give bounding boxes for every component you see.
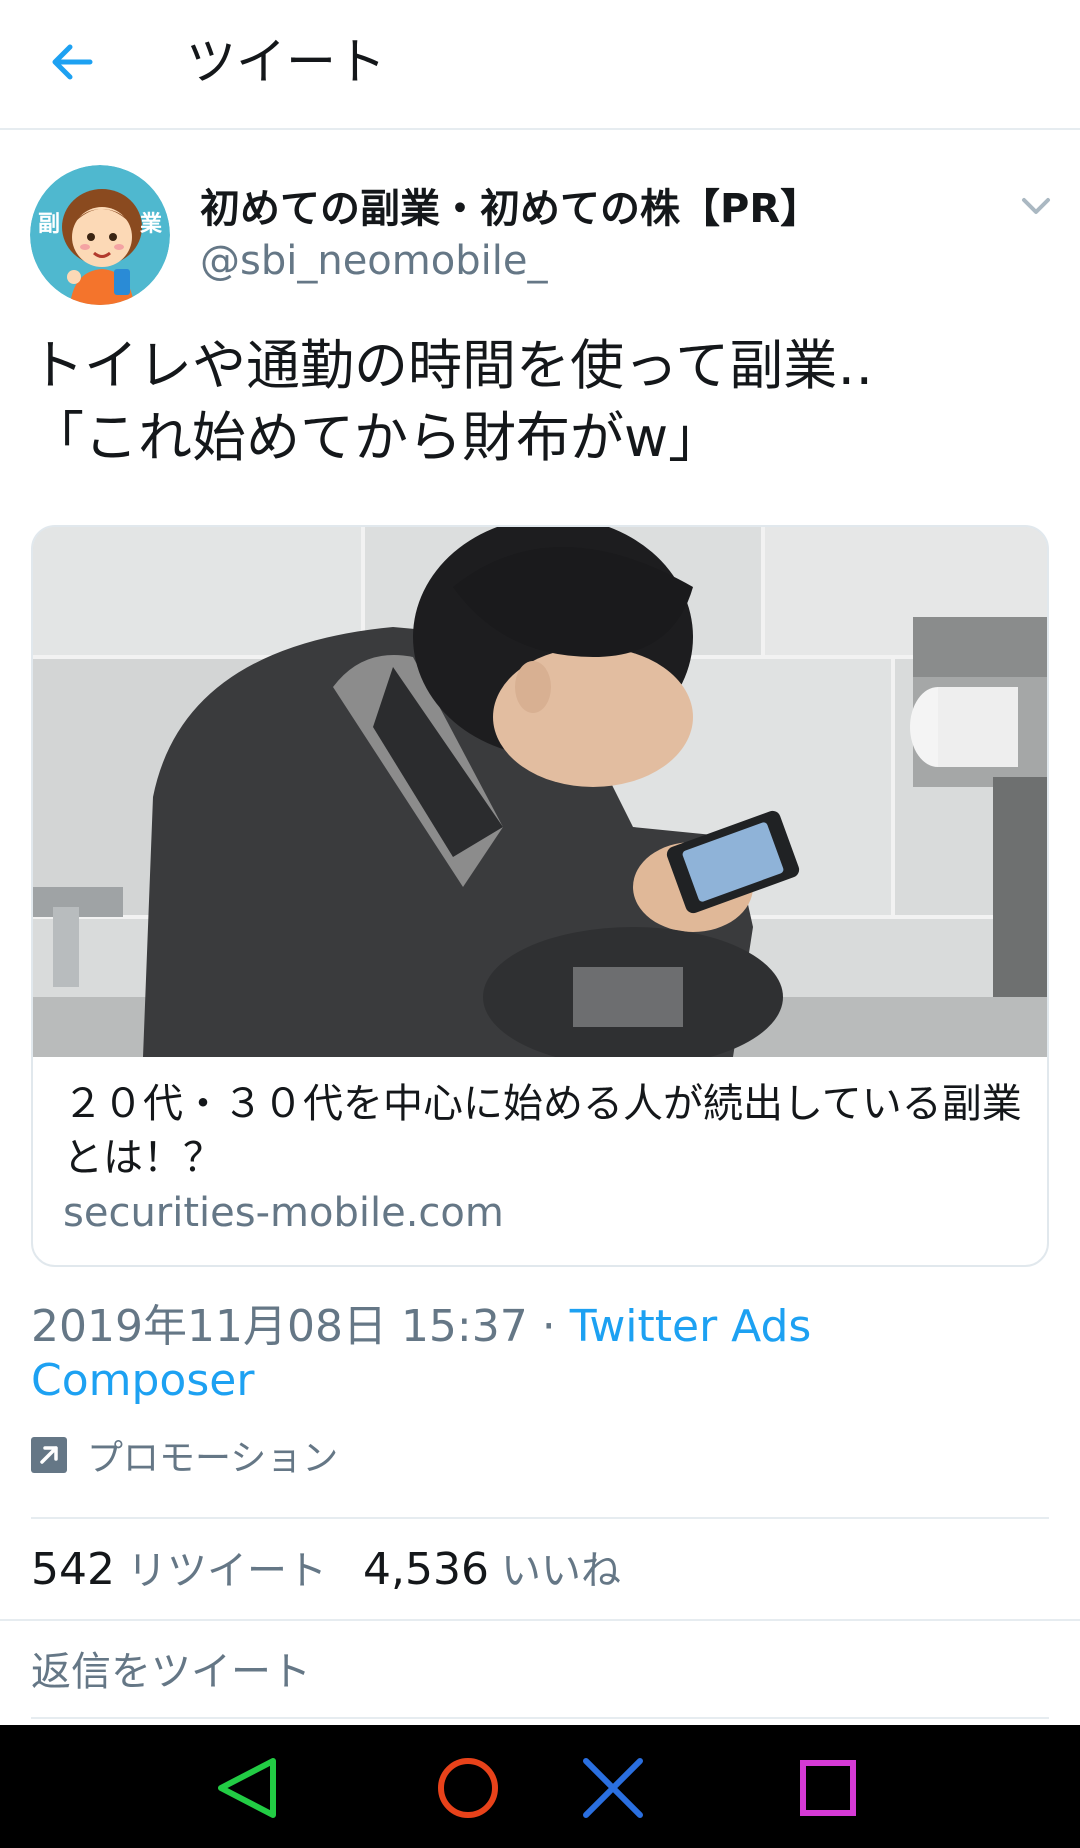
- retweets-label[interactable]: リツイート: [127, 1538, 327, 1596]
- cross-icon: [583, 1758, 643, 1818]
- square-recents-icon: [800, 1760, 856, 1816]
- divider: [31, 1717, 1049, 1719]
- nav-home-button[interactable]: [435, 1755, 501, 1821]
- nav-recents-button[interactable]: [795, 1755, 861, 1821]
- tweet-text: トイレや通勤の時間を使って副業‥ 「これ始めてから財布がw」: [30, 330, 1040, 474]
- divider: [31, 1517, 1049, 1519]
- timestamp: 2019年11月08日 15:37: [31, 1301, 528, 1352]
- tweet-menu-button[interactable]: [1016, 186, 1056, 226]
- chevron-down-icon: [1022, 198, 1050, 214]
- reply-input[interactable]: 返信をツイート: [31, 1642, 311, 1702]
- card-domain: securities-mobile.com: [63, 1190, 504, 1236]
- author-handle[interactable]: @sbi_neomobile_: [200, 238, 547, 284]
- page-title: ツイート: [186, 33, 386, 91]
- system-navigation-bar: [0, 1725, 1080, 1848]
- author-name[interactable]: 初めての副業・初めての株【PR】: [200, 176, 820, 234]
- promoted-indicator[interactable]: プロモーション: [31, 1430, 338, 1480]
- app-header: ツイート: [0, 0, 1080, 130]
- divider: [0, 1619, 1080, 1621]
- tweet-text-line: 「これ始めてから財布がw」: [30, 406, 723, 469]
- card-image: [33, 527, 1047, 1057]
- tweet-meta: 2019年11月08日 15:37 · Twitter Ads Composer: [31, 1300, 1041, 1408]
- retweets-count[interactable]: 542: [31, 1544, 115, 1595]
- circle-home-icon: [438, 1758, 498, 1818]
- nav-back-button[interactable]: [215, 1755, 281, 1821]
- back-button[interactable]: [40, 30, 104, 94]
- likes-label[interactable]: いいね: [501, 1538, 621, 1596]
- card-title: ２０代・３０代を中心に始める人が続出している副業とは！？: [63, 1081, 1022, 1181]
- arrow-left-icon: [52, 44, 93, 80]
- promoted-arrow-icon: [31, 1437, 67, 1473]
- avatar[interactable]: 副 業: [30, 165, 170, 305]
- tweet-text-line: トイレや通勤の時間を使って副業‥: [30, 334, 874, 397]
- nav-cross-button[interactable]: [580, 1755, 646, 1821]
- promoted-label: プロモーション: [87, 1438, 339, 1479]
- link-card[interactable]: ２０代・３０代を中心に始める人が続出している副業とは！？ securities-…: [31, 525, 1049, 1267]
- svg-text:副: 副: [38, 212, 60, 237]
- avatar-illustration-icon: 副 業: [30, 165, 170, 305]
- likes-count[interactable]: 4,536: [363, 1544, 489, 1595]
- triangle-back-icon: [218, 1758, 276, 1818]
- svg-text:業: 業: [140, 212, 163, 237]
- meta-separator: ·: [527, 1301, 570, 1352]
- tweet-stats: 542 リツイート 4,536 いいね: [31, 1538, 657, 1598]
